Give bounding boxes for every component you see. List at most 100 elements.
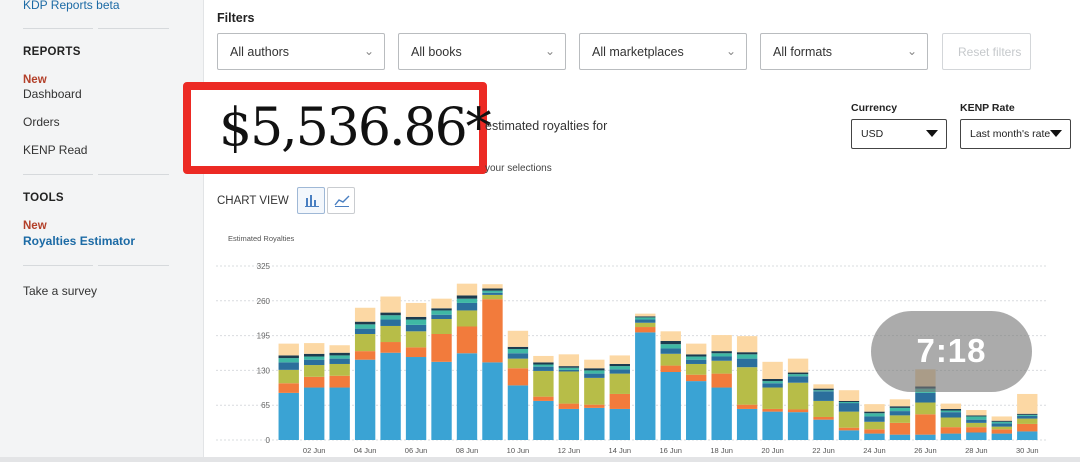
bar-segment [991, 423, 1012, 427]
bar-segment [558, 366, 580, 368]
bar-segment [635, 313, 656, 317]
sidebar: KDP Reports beta REPORTS New Dashboard O… [0, 0, 204, 462]
bar-segment [787, 376, 809, 383]
bar-segment [278, 362, 299, 370]
line-chart-view-button[interactable] [327, 187, 355, 214]
bar-segment [736, 358, 758, 368]
bar-segment [660, 331, 681, 341]
bar-segment [966, 427, 987, 433]
bar-segment [584, 373, 605, 378]
bar-segment [838, 403, 860, 412]
formats-dropdown[interactable]: All formats ⌄ [760, 33, 928, 70]
bar-segment [584, 359, 605, 369]
books-dropdown-label: All books [411, 45, 462, 59]
marketplaces-dropdown[interactable]: All marketplaces ⌄ [579, 33, 747, 70]
x-tick-label: 10 Jun [507, 446, 530, 455]
bar-segment [304, 353, 325, 357]
bar-segment [482, 294, 503, 300]
bottom-scroll-strip [0, 457, 1080, 462]
bar-segment [966, 410, 987, 416]
x-tick-label: 26 Jun [914, 446, 937, 455]
y-tick-label: 0 [266, 436, 271, 445]
bar-segment [584, 368, 605, 371]
formats-dropdown-label: All formats [773, 45, 833, 59]
bar-segment [431, 298, 452, 309]
take-survey-link[interactable]: Take a survey [23, 284, 97, 298]
books-dropdown[interactable]: All books ⌄ [398, 33, 566, 70]
reset-filters-label: Reset filters [958, 45, 1022, 59]
x-tick-label: 02 Jun [303, 446, 326, 455]
bar-segment [329, 363, 350, 376]
bar-segment [507, 330, 529, 347]
bar-segment [329, 387, 350, 440]
chevron-down-icon: ⌄ [363, 44, 374, 58]
kdp-reports-link[interactable]: KDP Reports beta [23, 0, 120, 12]
bar-segment [915, 402, 936, 415]
sidebar-item-dashboard[interactable]: Dashboard [23, 87, 82, 101]
bar-segment [635, 316, 656, 318]
bar-segment [991, 420, 1012, 422]
bar-segment [762, 383, 783, 388]
bar-segment [431, 333, 452, 362]
bar-segment [991, 421, 1012, 424]
bar-segment [991, 426, 1012, 430]
x-tick-label: 14 Jun [609, 446, 632, 455]
bar-segment [635, 327, 656, 333]
bar-chart-view-button[interactable] [297, 187, 325, 214]
bar-segment [736, 408, 758, 440]
bar-segment [864, 411, 885, 414]
y-tick-label: 260 [257, 297, 271, 306]
bar-segment [533, 355, 554, 363]
bar-segment [558, 403, 580, 409]
bar-segment [380, 315, 401, 320]
bar-segment [354, 328, 376, 334]
bar-segment [278, 355, 299, 359]
bar-segment [660, 365, 681, 373]
sidebar-item-royalties-estimator[interactable]: Royalties Estimator [23, 234, 135, 248]
bar-segment [838, 400, 860, 402]
bar-segment [1017, 431, 1038, 440]
bar-segment [278, 392, 299, 440]
bar-segment [864, 404, 885, 412]
bar-segment [507, 346, 529, 349]
kenp-rate-label: KENP Rate [960, 102, 1015, 114]
bar-segment [686, 363, 707, 375]
sidebar-item-orders[interactable]: Orders [23, 115, 60, 129]
chevron-down-icon: ⌄ [725, 44, 736, 58]
kenp-rate-select[interactable]: Last month's rate [960, 119, 1071, 149]
bar-segment [966, 415, 987, 417]
x-tick-label: 18 Jun [710, 446, 733, 455]
bar-segment [354, 351, 376, 360]
bar-segment [762, 378, 783, 382]
reset-filters-button[interactable]: Reset filters [942, 33, 1031, 70]
chart-y-axis-title: Estimated Royalties [228, 234, 295, 243]
bar-segment [354, 333, 376, 352]
bar-segment [482, 284, 503, 289]
bar-segment [762, 408, 783, 412]
bar-segment [507, 358, 529, 369]
bar-segment [456, 302, 478, 311]
bar-segment [533, 362, 554, 365]
bar-segment [380, 296, 401, 313]
line-chart-icon [334, 195, 350, 207]
bar-segment [711, 360, 732, 374]
bar-segment [405, 316, 427, 320]
bar-segment [864, 433, 885, 440]
x-tick-label: 04 Jun [354, 446, 377, 455]
bar-segment [304, 343, 325, 354]
currency-select[interactable]: USD [851, 119, 947, 149]
sidebar-item-kenp-read[interactable]: KENP Read [23, 143, 87, 157]
bar-segment [609, 363, 630, 367]
bar-segment [380, 312, 401, 316]
bar-segment [533, 364, 554, 367]
authors-dropdown[interactable]: All authors ⌄ [217, 33, 385, 70]
bar-segment [558, 367, 580, 370]
selection-caption: your selections [485, 163, 552, 174]
bar-segment [660, 344, 681, 349]
authors-dropdown-label: All authors [230, 45, 290, 59]
bar-segment [787, 358, 809, 373]
bar-segment [889, 411, 911, 416]
bar-segment [431, 310, 452, 315]
bar-segment [609, 408, 630, 440]
x-tick-label: 08 Jun [456, 446, 479, 455]
